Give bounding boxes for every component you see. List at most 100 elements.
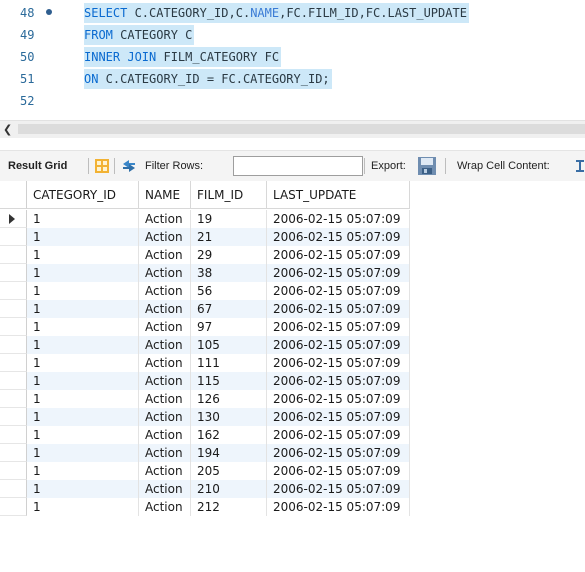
- table-row[interactable]: 1 Action 105 2006-02-15 05:07:09: [0, 336, 410, 354]
- table-cell[interactable]: Action: [139, 318, 191, 336]
- table-row[interactable]: 1 Action 115 2006-02-15 05:07:09: [0, 372, 410, 390]
- row-header[interactable]: [0, 462, 27, 480]
- code-line[interactable]: 50 INNER JOIN FILM_CATEGORY FC: [0, 46, 585, 68]
- table-cell[interactable]: 2006-02-15 05:07:09: [267, 372, 410, 390]
- table-cell[interactable]: Action: [139, 336, 191, 354]
- table-cell[interactable]: 21: [191, 228, 267, 246]
- row-header[interactable]: [0, 372, 27, 390]
- column-header-category-id[interactable]: CATEGORY_ID: [27, 181, 139, 209]
- table-cell[interactable]: 1: [27, 444, 139, 462]
- table-cell[interactable]: 1: [27, 408, 139, 426]
- code-line[interactable]: 48 SELECT C.CATEGORY_ID,C.NAME,FC.FILM_ID…: [0, 2, 585, 24]
- table-cell[interactable]: 2006-02-15 05:07:09: [267, 498, 410, 516]
- table-cell[interactable]: 1: [27, 318, 139, 336]
- table-row[interactable]: 1 Action 212 2006-02-15 05:07:09: [0, 498, 410, 516]
- code-line[interactable]: 49 FROM CATEGORY C: [0, 24, 585, 46]
- row-header[interactable]: [0, 210, 27, 228]
- table-cell[interactable]: Action: [139, 408, 191, 426]
- table-cell[interactable]: Action: [139, 372, 191, 390]
- scrollbar-track[interactable]: [18, 124, 585, 134]
- table-cell[interactable]: 2006-02-15 05:07:09: [267, 426, 410, 444]
- table-cell[interactable]: 1: [27, 210, 139, 228]
- table-row[interactable]: 1 Action 19 2006-02-15 05:07:09: [0, 210, 410, 228]
- table-cell[interactable]: 1: [27, 426, 139, 444]
- table-cell[interactable]: 2006-02-15 05:07:09: [267, 318, 410, 336]
- table-row[interactable]: 1 Action 29 2006-02-15 05:07:09: [0, 246, 410, 264]
- table-cell[interactable]: Action: [139, 300, 191, 318]
- table-cell[interactable]: 2006-02-15 05:07:09: [267, 408, 410, 426]
- table-cell[interactable]: 2006-02-15 05:07:09: [267, 210, 410, 228]
- table-cell[interactable]: Action: [139, 282, 191, 300]
- table-cell[interactable]: 1: [27, 336, 139, 354]
- table-cell[interactable]: Action: [139, 444, 191, 462]
- table-cell[interactable]: Action: [139, 480, 191, 498]
- table-cell[interactable]: Action: [139, 498, 191, 516]
- row-header[interactable]: [0, 336, 27, 354]
- table-cell[interactable]: 126: [191, 390, 267, 408]
- table-row[interactable]: 1 Action 56 2006-02-15 05:07:09: [0, 282, 410, 300]
- table-cell[interactable]: 1: [27, 228, 139, 246]
- table-row[interactable]: 1 Action 97 2006-02-15 05:07:09: [0, 318, 410, 336]
- table-cell[interactable]: 194: [191, 444, 267, 462]
- row-header[interactable]: [0, 300, 27, 318]
- row-header[interactable]: [0, 480, 27, 498]
- table-cell[interactable]: 29: [191, 246, 267, 264]
- row-header[interactable]: [0, 444, 27, 462]
- table-cell[interactable]: 1: [27, 354, 139, 372]
- table-cell[interactable]: 67: [191, 300, 267, 318]
- row-header[interactable]: [0, 426, 27, 444]
- table-cell[interactable]: 111: [191, 354, 267, 372]
- table-row[interactable]: 1 Action 130 2006-02-15 05:07:09: [0, 408, 410, 426]
- code-line[interactable]: 51 ON C.CATEGORY_ID = FC.CATEGORY_ID;: [0, 68, 585, 90]
- table-cell[interactable]: Action: [139, 264, 191, 282]
- table-row[interactable]: 1 Action 21 2006-02-15 05:07:09: [0, 228, 410, 246]
- table-cell[interactable]: 210: [191, 480, 267, 498]
- table-row[interactable]: 1 Action 205 2006-02-15 05:07:09: [0, 462, 410, 480]
- table-cell[interactable]: Action: [139, 354, 191, 372]
- table-cell[interactable]: 56: [191, 282, 267, 300]
- table-cell[interactable]: 212: [191, 498, 267, 516]
- table-row[interactable]: 1 Action 111 2006-02-15 05:07:09: [0, 354, 410, 372]
- table-cell[interactable]: 1: [27, 372, 139, 390]
- table-cell[interactable]: 2006-02-15 05:07:09: [267, 246, 410, 264]
- refresh-icon[interactable]: [120, 158, 138, 174]
- table-row[interactable]: 1 Action 210 2006-02-15 05:07:09: [0, 480, 410, 498]
- table-row[interactable]: 1 Action 194 2006-02-15 05:07:09: [0, 444, 410, 462]
- scroll-left-arrow-icon[interactable]: ❮: [3, 121, 12, 138]
- result-grid[interactable]: CATEGORY_ID NAME FILM_ID LAST_UPDATE 1 Ac…: [0, 181, 585, 572]
- table-cell[interactable]: 2006-02-15 05:07:09: [267, 444, 410, 462]
- result-grid-tab[interactable]: Result Grid: [8, 151, 67, 181]
- column-header-film-id[interactable]: FILM_ID: [191, 181, 267, 209]
- row-header[interactable]: [0, 354, 27, 372]
- table-cell[interactable]: Action: [139, 210, 191, 228]
- table-cell[interactable]: Action: [139, 390, 191, 408]
- row-header[interactable]: [0, 228, 27, 246]
- table-row[interactable]: 1 Action 162 2006-02-15 05:07:09: [0, 426, 410, 444]
- table-cell[interactable]: 162: [191, 426, 267, 444]
- table-cell[interactable]: 97: [191, 318, 267, 336]
- table-cell[interactable]: 1: [27, 246, 139, 264]
- column-header-name[interactable]: NAME: [139, 181, 191, 209]
- table-cell[interactable]: Action: [139, 228, 191, 246]
- table-cell[interactable]: 2006-02-15 05:07:09: [267, 336, 410, 354]
- table-cell[interactable]: 115: [191, 372, 267, 390]
- row-header[interactable]: [0, 282, 27, 300]
- table-row[interactable]: 1 Action 38 2006-02-15 05:07:09: [0, 264, 410, 282]
- table-cell[interactable]: 2006-02-15 05:07:09: [267, 264, 410, 282]
- table-cell[interactable]: 1: [27, 300, 139, 318]
- table-row[interactable]: 1 Action 67 2006-02-15 05:07:09: [0, 300, 410, 318]
- table-cell[interactable]: 1: [27, 480, 139, 498]
- column-header-last-update[interactable]: LAST_UPDATE: [267, 181, 410, 209]
- row-header[interactable]: [0, 498, 27, 516]
- row-header[interactable]: [0, 246, 27, 264]
- editor-horizontal-scrollbar[interactable]: ❮: [0, 120, 585, 138]
- row-header[interactable]: [0, 408, 27, 426]
- row-header[interactable]: [0, 318, 27, 336]
- table-cell[interactable]: 2006-02-15 05:07:09: [267, 282, 410, 300]
- row-header[interactable]: [0, 264, 27, 282]
- export-icon[interactable]: [417, 156, 437, 176]
- table-cell[interactable]: 38: [191, 264, 267, 282]
- table-cell[interactable]: 1: [27, 264, 139, 282]
- table-cell[interactable]: Action: [139, 462, 191, 480]
- form-editor-grid-icon[interactable]: [95, 159, 109, 173]
